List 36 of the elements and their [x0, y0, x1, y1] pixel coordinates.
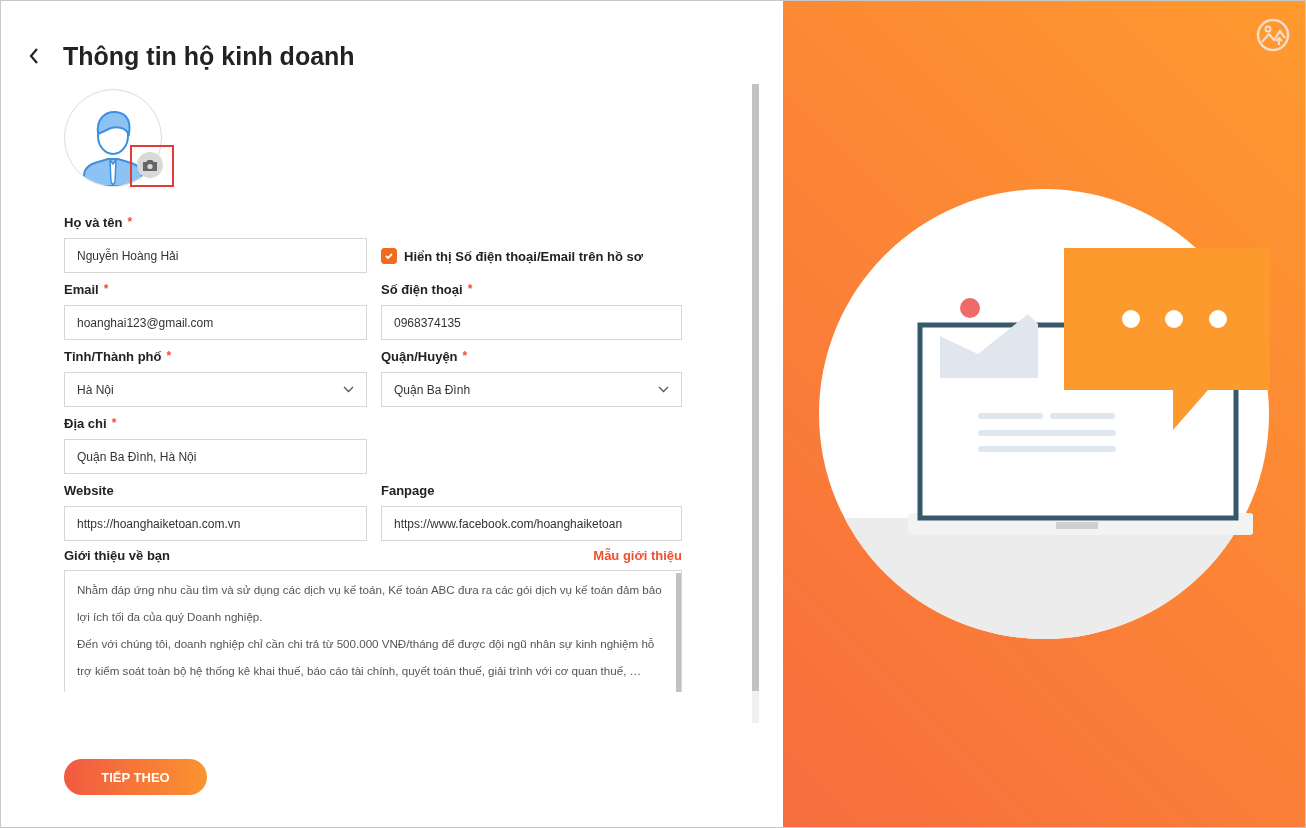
input-field[interactable]: hoanghai123@gmail.com — [64, 305, 367, 340]
field-label: Quận/Huyện — [381, 349, 458, 366]
person-icon — [82, 108, 144, 186]
required-mark: * — [127, 215, 133, 231]
select-field[interactable]: Hà Nội — [64, 372, 367, 407]
input-field[interactable]: 0968374135 — [381, 305, 682, 340]
field-label: Họ và tên — [64, 215, 123, 232]
required-mark: * — [111, 416, 117, 432]
intro-textarea[interactable]: Nhằm đáp ứng nhu cầu tìm và sử dụng các dịch vụ kế toán, Kế toán ABC đưa ra các gói dịch vụ kế toán đảm bảo lợi ích tối đa của quý Doanh nghiệp. Đến với chúng tôi, doanh nghiệp chỉ cần chi trả từ 500.000 VNĐ/tháng để được đội ngũ nhân sự kinh nghiệm hỗ trợ kiểm soát toàn bộ hệ thống kê khai thuế, báo cáo tài chính, quyết toán thuế, giải trình với cơ quan thuế, … — [64, 570, 682, 692]
field-label: Địa chỉ — [64, 416, 107, 433]
camera-icon — [142, 158, 158, 172]
chevron-down-icon — [343, 386, 354, 393]
input-field[interactable]: https://www.facebook.com/hoanghaiketoan — [381, 506, 682, 541]
select-field[interactable]: Quận Ba Đình — [381, 372, 682, 407]
required-mark: * — [462, 349, 468, 365]
field-label: Email — [64, 282, 99, 299]
checkmark-icon — [384, 251, 394, 261]
chevron-left-icon — [29, 48, 39, 64]
chevron-down-icon — [658, 386, 669, 393]
field-label: Giới thiệu về bạn — [64, 548, 171, 565]
page-title: Thông tin hộ kinh doanh — [63, 41, 355, 71]
template-link[interactable]: Mẫu giới thiệu — [593, 548, 682, 570]
field-label: Tỉnh/Thành phố — [64, 349, 162, 366]
field-label: Fanpage — [381, 483, 435, 500]
textarea-scrollbar[interactable] — [676, 573, 681, 692]
field-label: Số điện thoại — [381, 282, 463, 299]
camera-button[interactable] — [137, 152, 163, 178]
field-label: Website — [64, 483, 114, 500]
required-mark: * — [166, 349, 172, 365]
required-mark: * — [103, 282, 109, 298]
input-field[interactable]: https://hoanghaiketoan.com.vn — [64, 506, 367, 541]
input-field[interactable]: Quận Ba Đình, Hà Nội — [64, 439, 367, 474]
input-field[interactable]: Nguyễn Hoàng Hải — [64, 238, 367, 273]
image-upload-icon[interactable] — [1255, 18, 1291, 52]
show-contact-checkbox[interactable]: Hiển thị Số điện thoại/Email trên hồ sơ — [381, 248, 682, 264]
required-mark: * — [467, 282, 473, 298]
